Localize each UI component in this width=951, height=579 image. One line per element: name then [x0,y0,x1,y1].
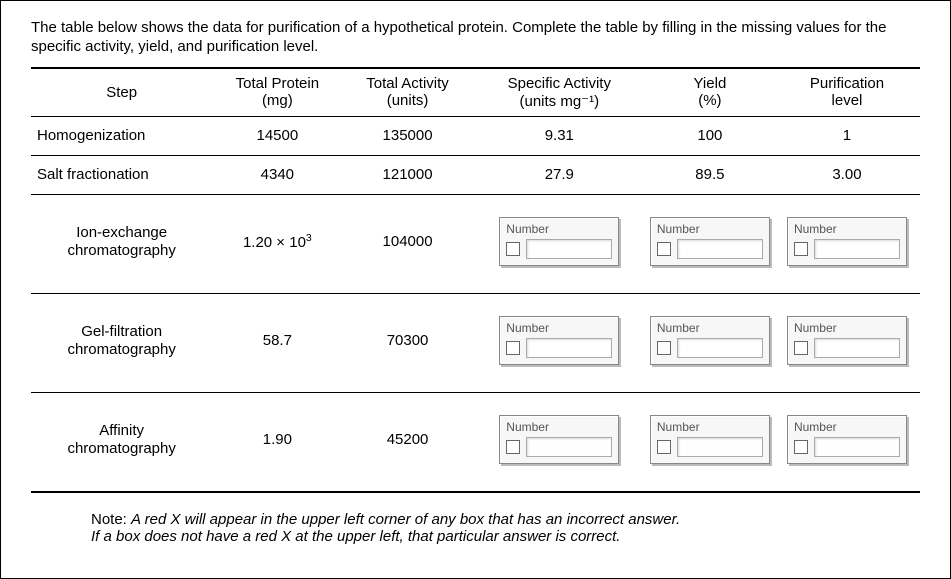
cell-yield: 100 [646,116,774,155]
status-icon [794,242,808,256]
cell-total-activity: 104000 [342,194,472,293]
answer-label: Number [657,420,763,434]
note-line2: If a box does not have a red X at the up… [91,528,620,545]
purification-input[interactable] [814,437,900,457]
step-line1: Gel-filtration [81,323,162,340]
answer-box-specific-activity: Number [499,316,619,365]
cell-total-activity: 70300 [342,293,472,392]
answer-label: Number [506,222,612,236]
col-purification: Purification level [774,68,920,117]
col-sa-label: Specific Activity [508,75,611,92]
step-name: Gel-filtration chromatography [35,323,208,359]
cell-total-activity: 45200 [342,392,472,492]
answer-box-purification: Number [787,316,907,365]
col-pl-label: Purification [810,75,884,92]
cell-yield: 89.5 [646,155,774,194]
purification-table: Step Total Protein (mg) Total Activity (… [31,67,920,493]
cell-total-activity: 135000 [342,116,472,155]
col-step: Step [31,68,212,117]
answer-label: Number [794,321,900,335]
col-step-label: Step [106,84,137,101]
answer-box-purification: Number [787,415,907,464]
question-container: The table below shows the data for purif… [0,0,951,579]
col-total-activity: Total Activity (units) [342,68,472,117]
col-ta-unit: (units) [387,92,429,109]
table-row: Gel-filtration chromatography 58.7 70300… [31,293,920,392]
col-tp-label: Total Protein [236,75,319,92]
answer-box-specific-activity: Number [499,217,619,266]
status-icon [506,440,520,454]
col-sa-unit: (units mg⁻¹) [520,93,600,110]
answer-label: Number [506,420,612,434]
cell-total-activity: 121000 [342,155,472,194]
status-icon [657,440,671,454]
col-yield: Yield (%) [646,68,774,117]
step-line1: Affinity [99,422,144,439]
table-row: Ion-exchange chromatography 1.20 × 103 1… [31,194,920,293]
table-row: Affinity chromatography 1.90 45200 Numbe… [31,392,920,492]
answer-label: Number [794,420,900,434]
step-line2: chromatography [67,341,175,358]
status-icon [506,341,520,355]
col-y-unit: (%) [698,92,721,109]
answer-box-yield: Number [650,316,770,365]
specific-activity-input[interactable] [526,239,612,259]
col-total-protein: Total Protein (mg) [212,68,342,117]
answer-box-purification: Number [787,217,907,266]
status-icon [794,341,808,355]
yield-input[interactable] [677,338,763,358]
answer-box-yield: Number [650,217,770,266]
col-tp-unit: (mg) [262,92,293,109]
cell-purification: 3.00 [774,155,920,194]
table-header-row: Step Total Protein (mg) Total Activity (… [31,68,920,117]
note-prefix: Note: [91,511,131,528]
status-icon [794,440,808,454]
step-line1: Ion-exchange [76,224,167,241]
table-row: Salt fractionation 4340 121000 27.9 89.5… [31,155,920,194]
table-row: Homogenization 14500 135000 9.31 100 1 [31,116,920,155]
status-icon [657,341,671,355]
step-name: Affinity chromatography [35,422,208,458]
yield-input[interactable] [677,239,763,259]
cell-specific-activity: 27.9 [473,155,646,194]
answer-label: Number [657,321,763,335]
status-icon [657,242,671,256]
cell-total-protein: 4340 [212,155,342,194]
step-name: Ion-exchange chromatography [35,224,208,260]
answer-label: Number [794,222,900,236]
answer-box-specific-activity: Number [499,415,619,464]
step-name: Homogenization [35,127,208,145]
purification-input[interactable] [814,239,900,259]
col-specific-activity: Specific Activity (units mg⁻¹) [473,68,646,117]
cell-total-protein: 1.90 [212,392,342,492]
cell-total-protein: 14500 [212,116,342,155]
col-pl-sub: level [832,92,863,109]
answer-label: Number [657,222,763,236]
purification-input[interactable] [814,338,900,358]
yield-input[interactable] [677,437,763,457]
cell-total-protein: 1.20 × 103 [212,194,342,293]
cell-specific-activity: 9.31 [473,116,646,155]
status-icon [506,242,520,256]
cell-total-protein: 58.7 [212,293,342,392]
step-line2: chromatography [67,242,175,259]
answer-box-yield: Number [650,415,770,464]
question-prompt: The table below shows the data for purif… [31,19,920,57]
answer-label: Number [506,321,612,335]
col-ta-label: Total Activity [366,75,449,92]
note-line1: A red X will appear in the upper left co… [131,511,680,528]
step-name: Salt fractionation [35,166,208,184]
col-y-label: Yield [693,75,726,92]
cell-purification: 1 [774,116,920,155]
note: Note: A red X will appear in the upper l… [31,511,920,545]
specific-activity-input[interactable] [526,437,612,457]
step-line2: chromatography [67,440,175,457]
specific-activity-input[interactable] [526,338,612,358]
